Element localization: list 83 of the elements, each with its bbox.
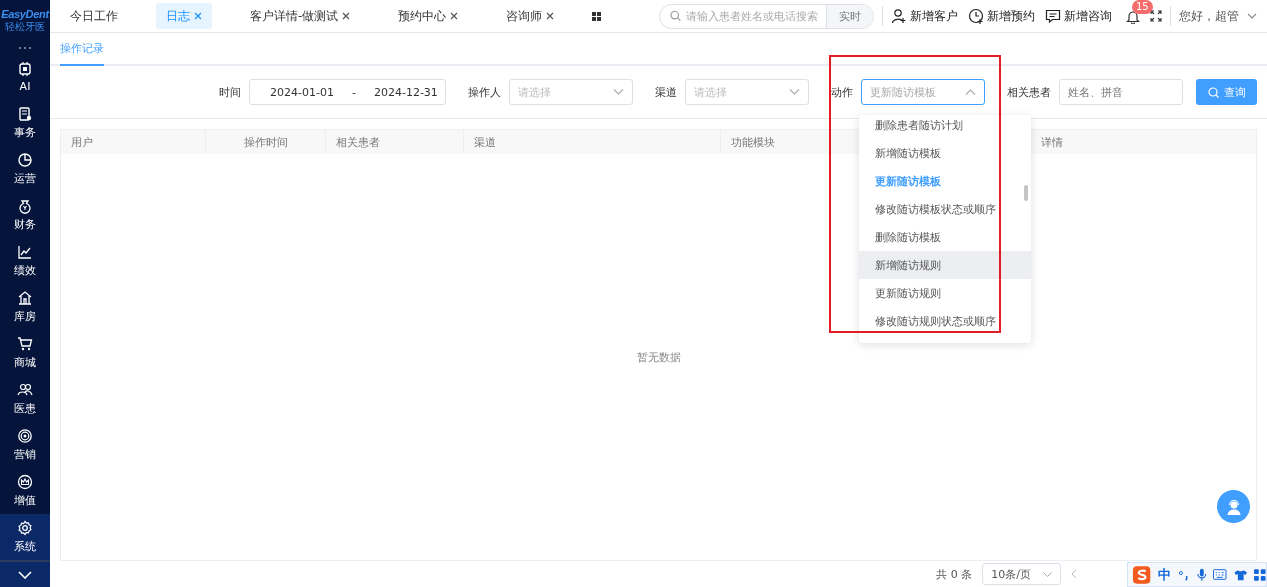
tab[interactable]: 客户详情-做测试 [240, 3, 361, 29]
money-bag-icon [17, 198, 33, 214]
toolbar-action[interactable]: 新增客户 [891, 7, 958, 25]
user-menu[interactable]: 您好，超管 [1179, 7, 1257, 25]
sidebar-item[interactable]: 运营 [0, 146, 50, 192]
close-icon[interactable] [450, 12, 459, 20]
chevron-down-icon [613, 89, 624, 95]
ime-logo-icon[interactable] [1132, 564, 1152, 585]
grid-icon[interactable] [592, 11, 602, 21]
field-label: 时间 [219, 84, 241, 100]
cart-icon [17, 336, 33, 352]
house-icon [17, 290, 33, 306]
fullscreen-icon[interactable] [1150, 10, 1162, 22]
sidebar-item[interactable]: 财务 [0, 192, 50, 238]
realtime-button[interactable]: 实时 [826, 4, 873, 28]
apps-grid-icon[interactable] [1254, 568, 1266, 581]
chevron-up-icon [965, 89, 976, 95]
text-field[interactable]: 姓名、拼音 [1059, 79, 1183, 105]
target-icon [17, 428, 33, 444]
crown-icon [17, 474, 33, 490]
pie-chart-icon [17, 152, 33, 168]
close-icon[interactable] [342, 12, 351, 20]
logo-title: EasyDent [1, 8, 49, 20]
line-chart-icon [17, 244, 33, 260]
tab[interactable]: 预约中心 [388, 3, 469, 29]
total-count: 共 0 条 [936, 566, 973, 582]
sidebar-item[interactable]: 事务 [0, 100, 50, 146]
dropdown-option[interactable]: 修改随访模板状态或顺序 [859, 195, 1031, 223]
dropdown-option[interactable]: 修改随访规则状态或顺序 [859, 307, 1031, 335]
column-header: 渠道 [464, 130, 721, 154]
dropdown-option[interactable]: 删除患者随访计划 [859, 115, 1031, 139]
notification-badge: 15 [1132, 0, 1153, 14]
sidebar-item[interactable]: 系统 [0, 514, 50, 560]
sidebar-item[interactable]: 绩效 [0, 238, 50, 284]
search-icon [1207, 86, 1219, 98]
chevron-down-icon[interactable] [18, 570, 32, 579]
bell-icon[interactable] [1126, 8, 1140, 24]
keyboard-icon[interactable] [1213, 569, 1227, 580]
column-header: 相关患者 [326, 130, 464, 154]
chevron-down-icon [789, 89, 800, 95]
date-range-field[interactable]: 2024-01-01 - 2024-12-31 [249, 79, 446, 105]
sidebar-item[interactable]: 增值 [0, 468, 50, 514]
field-label: 相关患者 [1007, 84, 1051, 100]
microphone-icon[interactable] [1196, 567, 1207, 582]
close-icon[interactable] [546, 12, 555, 20]
dropdown-option[interactable]: 删除随访模板 [859, 223, 1031, 251]
column-header: 操作时间 [206, 130, 326, 154]
settings-icon [17, 520, 33, 536]
chevron-down-icon [1043, 571, 1052, 577]
support-button[interactable] [1217, 490, 1250, 523]
dropdown-option[interactable]: 更新随访规则 [859, 279, 1031, 307]
sidebar-item[interactable]: AI [0, 54, 50, 100]
sidebar-item[interactable]: 库房 [0, 284, 50, 330]
dropdown-option[interactable]: 新增随访规则 [859, 251, 1031, 279]
sidebar-item[interactable]: 医患 [0, 376, 50, 422]
toolbar-action[interactable]: 新增咨询 [1045, 7, 1112, 25]
chip-icon [17, 61, 33, 77]
search-icon [670, 10, 682, 22]
clock-plus-icon [968, 8, 984, 24]
message-icon [1045, 8, 1061, 24]
column-header: 详情 [1040, 134, 1064, 151]
document-icon [17, 106, 33, 122]
toolbar-action[interactable]: 新增预约 [968, 7, 1035, 25]
sidebar-item[interactable]: 商城 [0, 330, 50, 376]
ime-mode-toggle[interactable]: 中 [1158, 565, 1172, 584]
shirt-icon[interactable] [1233, 568, 1248, 581]
field-label: 操作人 [468, 84, 501, 100]
chevron-down-icon [1247, 13, 1257, 19]
page-size-select[interactable]: 10条/页 [982, 563, 1061, 585]
dropdown-option[interactable]: 新增随访模板 [859, 139, 1031, 167]
tab[interactable]: 咨询师 [496, 3, 565, 29]
tab[interactable]: 今日工作 [60, 3, 128, 29]
punctuation-icon[interactable] [1178, 568, 1190, 581]
add-user-icon [891, 8, 907, 24]
field-label: 渠道 [655, 84, 677, 100]
people-icon [17, 382, 33, 398]
sidebar-item[interactable]: 营销 [0, 422, 50, 468]
search-field[interactable]: 请输入患者姓名或电话搜索 [686, 10, 826, 22]
column-header: 用户 [61, 130, 206, 154]
logo-subtitle: 轻松牙医 [5, 20, 45, 34]
scrollbar-thumb[interactable] [1024, 185, 1028, 201]
empty-text: 暂无数据 [636, 349, 681, 365]
field-label: 动作 [831, 84, 853, 100]
